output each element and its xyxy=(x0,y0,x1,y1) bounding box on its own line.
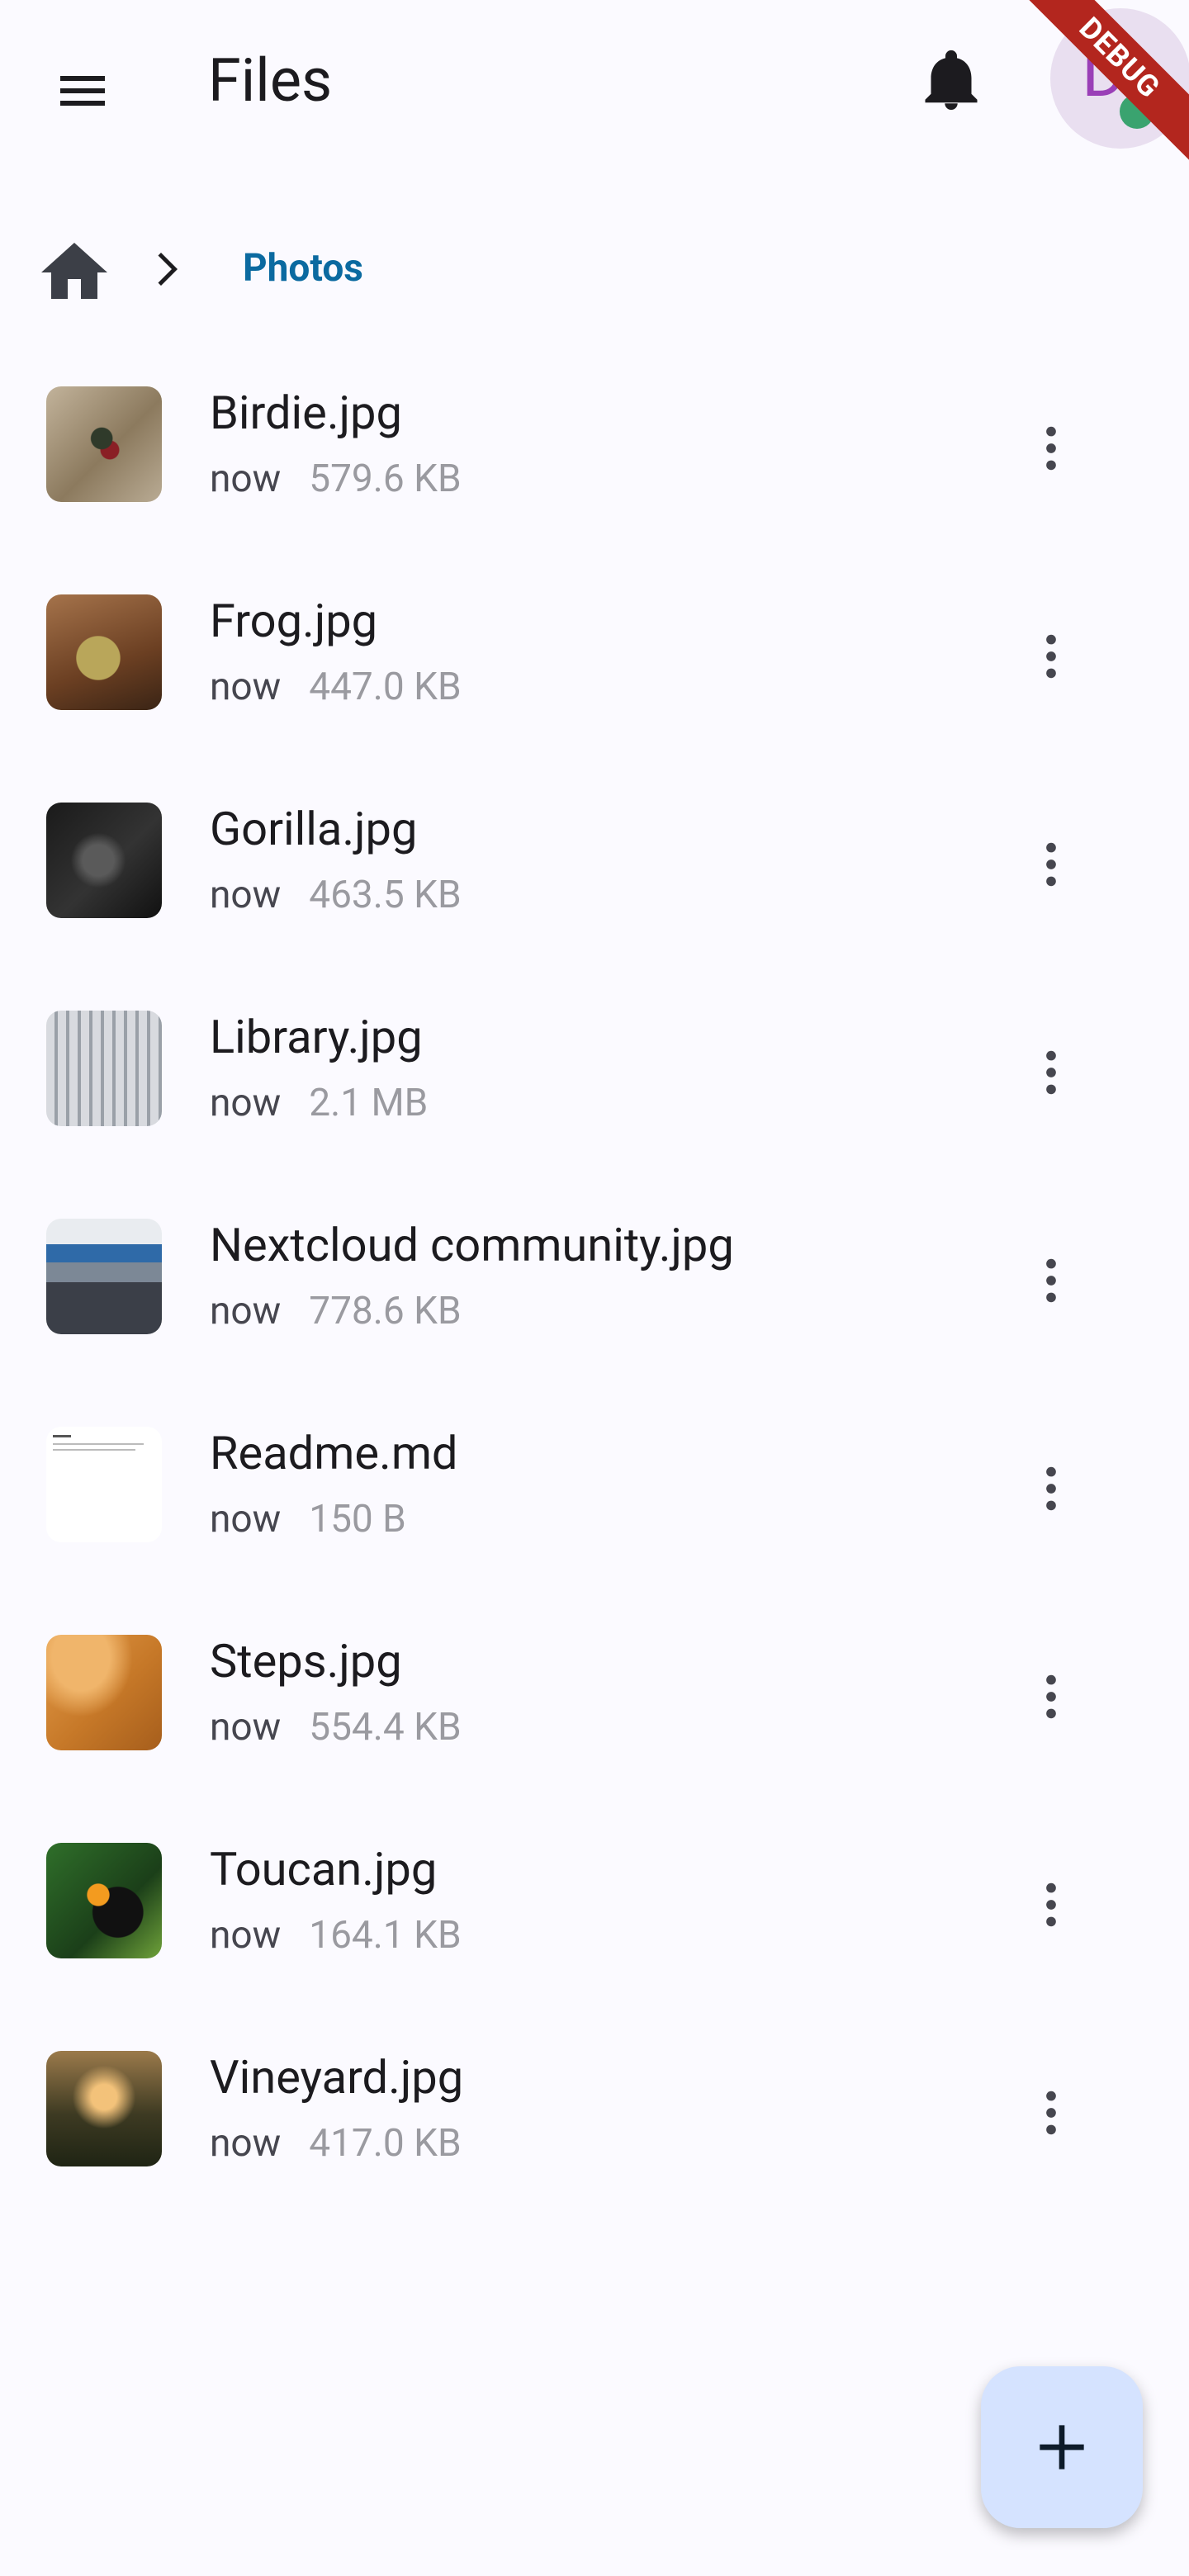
menu-button[interactable] xyxy=(33,41,132,140)
file-time: now xyxy=(210,457,282,501)
file-time: now xyxy=(210,1289,282,1333)
file-row[interactable]: Toucan.jpg now 164.1 KB xyxy=(0,1813,1189,2021)
home-icon[interactable] xyxy=(35,233,114,312)
file-name: Library.jpg xyxy=(210,1010,423,1064)
file-thumbnail xyxy=(46,1427,162,1542)
more-options-button[interactable] xyxy=(1014,1443,1088,1534)
file-row[interactable]: Gorilla.jpg now 463.5 KB xyxy=(0,773,1189,981)
breadcrumb: Photos xyxy=(0,223,1189,314)
file-thumbnail xyxy=(46,1011,162,1126)
file-size: 164.1 KB xyxy=(309,1913,462,1958)
more-vert-icon xyxy=(1046,842,1056,887)
file-name: Toucan.jpg xyxy=(210,1842,438,1896)
file-thumbnail xyxy=(46,2051,162,2166)
more-options-button[interactable] xyxy=(1014,1235,1088,1326)
plus-icon xyxy=(1040,2425,1084,2469)
more-vert-icon xyxy=(1046,1050,1056,1095)
file-name: Nextcloud community.jpg xyxy=(210,1218,734,1272)
file-thumbnail xyxy=(46,594,162,710)
file-size: 778.6 KB xyxy=(309,1289,462,1333)
file-name: Steps.jpg xyxy=(210,1634,402,1688)
file-meta: now 2.1 MB xyxy=(210,1078,428,1128)
file-time: now xyxy=(210,1913,282,1958)
more-vert-icon xyxy=(1046,2091,1056,2135)
file-name: Frog.jpg xyxy=(210,594,378,648)
file-time: now xyxy=(210,1081,282,1125)
file-row[interactable]: Library.jpg now 2.1 MB xyxy=(0,981,1189,1189)
file-meta: now 778.6 KB xyxy=(210,1286,462,1336)
file-thumbnail xyxy=(46,1843,162,1958)
file-size: 150 B xyxy=(309,1497,406,1541)
file-size: 447.0 KB xyxy=(309,665,462,709)
file-row[interactable]: Vineyard.jpg now 417.0 KB xyxy=(0,2021,1189,2229)
file-thumbnail xyxy=(46,386,162,502)
more-options-button[interactable] xyxy=(1014,1651,1088,1742)
file-meta: now 417.0 KB xyxy=(210,2119,462,2168)
file-thumbnail xyxy=(46,803,162,918)
file-size: 463.5 KB xyxy=(309,873,462,917)
file-name: Readme.md xyxy=(210,1426,458,1480)
file-time: now xyxy=(210,1497,282,1541)
file-size: 554.4 KB xyxy=(309,1705,462,1750)
file-row[interactable]: Readme.md now 150 B xyxy=(0,1397,1189,1605)
file-name: Gorilla.jpg xyxy=(210,802,418,856)
file-row[interactable]: Frog.jpg now 447.0 KB xyxy=(0,565,1189,773)
more-vert-icon xyxy=(1046,634,1056,679)
file-thumbnail xyxy=(46,1219,162,1334)
more-options-button[interactable] xyxy=(1014,403,1088,494)
file-name: Birdie.jpg xyxy=(210,386,402,440)
page-title: Files xyxy=(208,45,333,116)
file-meta: now 579.6 KB xyxy=(210,454,462,504)
file-time: now xyxy=(210,2121,282,2166)
more-options-button[interactable] xyxy=(1014,1027,1088,1118)
file-meta: now 463.5 KB xyxy=(210,870,462,920)
file-thumbnail xyxy=(46,1635,162,1750)
more-vert-icon xyxy=(1046,1674,1056,1719)
more-options-button[interactable] xyxy=(1014,819,1088,910)
more-vert-icon xyxy=(1046,426,1056,471)
file-meta: now 447.0 KB xyxy=(210,662,462,712)
file-row[interactable]: Birdie.jpg now 579.6 KB xyxy=(0,357,1189,565)
file-size: 2.1 MB xyxy=(309,1081,429,1125)
file-time: now xyxy=(210,873,282,917)
more-options-button[interactable] xyxy=(1014,1859,1088,1950)
breadcrumb-current[interactable]: Photos xyxy=(243,246,363,291)
file-size: 417.0 KB xyxy=(309,2121,462,2166)
add-button[interactable] xyxy=(981,2366,1143,2528)
file-time: now xyxy=(210,1705,282,1750)
file-row[interactable]: Steps.jpg now 554.4 KB xyxy=(0,1605,1189,1813)
menu-icon xyxy=(60,76,105,106)
file-size: 579.6 KB xyxy=(309,457,462,501)
file-meta: now 164.1 KB xyxy=(210,1911,462,1960)
bell-icon xyxy=(925,50,978,110)
more-options-button[interactable] xyxy=(1014,2067,1088,2158)
file-row[interactable]: Nextcloud community.jpg now 778.6 KB xyxy=(0,1189,1189,1397)
more-options-button[interactable] xyxy=(1014,611,1088,702)
chevron-right-icon xyxy=(158,253,178,286)
more-vert-icon xyxy=(1046,1882,1056,1927)
app-bar: Files D xyxy=(0,0,1189,157)
notifications-button[interactable] xyxy=(902,31,1001,130)
file-time: now xyxy=(210,665,282,709)
file-list: Birdie.jpg now 579.6 KB Frog.jpg now 447.0… xyxy=(0,357,1189,2229)
file-meta: now 150 B xyxy=(210,1494,406,1544)
more-vert-icon xyxy=(1046,1466,1056,1511)
file-name: Vineyard.jpg xyxy=(210,2050,464,2105)
more-vert-icon xyxy=(1046,1258,1056,1303)
file-meta: now 554.4 KB xyxy=(210,1702,462,1752)
